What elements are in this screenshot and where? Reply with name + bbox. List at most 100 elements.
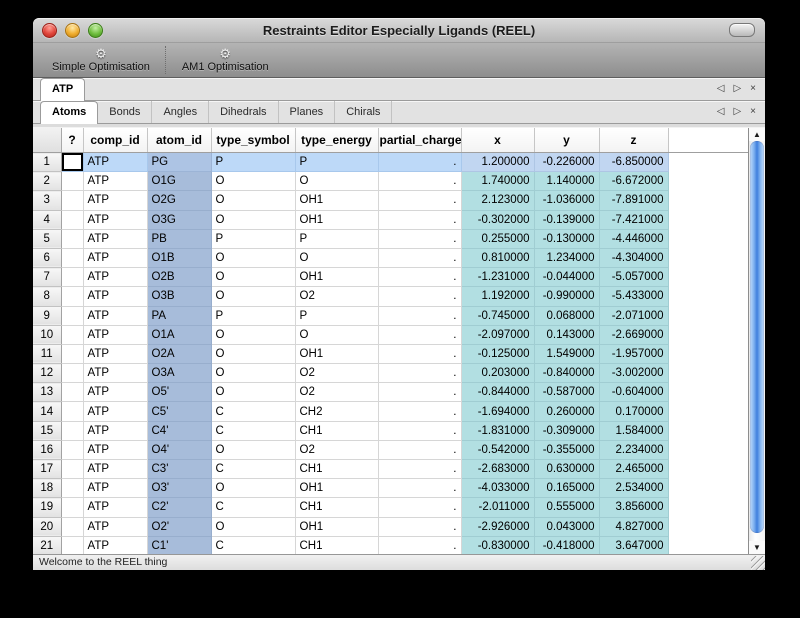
cell-comp_id[interactable]: ATP [83, 479, 147, 498]
cell-q[interactable] [61, 248, 83, 267]
cell-z[interactable]: -4.304000 [599, 248, 668, 267]
cell-z[interactable]: -5.057000 [599, 268, 668, 287]
vertical-scrollbar[interactable]: ▲ ▼ [748, 128, 765, 554]
cell-y[interactable]: -0.139000 [534, 210, 599, 229]
cell-atom_id[interactable]: O1A [147, 325, 211, 344]
cell-partial_charge[interactable]: . [378, 229, 461, 248]
cell-comp_id[interactable]: ATP [83, 153, 147, 172]
cell-comp_id[interactable]: ATP [83, 344, 147, 363]
cell-x[interactable]: -0.125000 [461, 344, 534, 363]
cell-type_energy[interactable]: O2 [295, 383, 378, 402]
column-header-y[interactable]: y [534, 128, 599, 153]
cell-y[interactable]: -0.840000 [534, 364, 599, 383]
cell-q[interactable] [61, 460, 83, 479]
cell-partial_charge[interactable]: . [378, 306, 461, 325]
cell-type_symbol[interactable]: O [211, 383, 295, 402]
cell-y[interactable]: 0.043000 [534, 517, 599, 536]
cell-partial_charge[interactable]: . [378, 364, 461, 383]
cell-y[interactable]: 0.630000 [534, 460, 599, 479]
cell-q[interactable] [61, 153, 83, 172]
cell-type_energy[interactable]: CH2 [295, 402, 378, 421]
cell-z[interactable]: -2.669000 [599, 325, 668, 344]
cell-z[interactable]: -5.433000 [599, 287, 668, 306]
resize-grip[interactable] [751, 556, 765, 570]
cell-partial_charge[interactable]: . [378, 248, 461, 267]
cell-comp_id[interactable]: ATP [83, 402, 147, 421]
cell-type_symbol[interactable]: C [211, 421, 295, 440]
cell-q[interactable] [61, 421, 83, 440]
cell-z[interactable]: 2.465000 [599, 460, 668, 479]
cell-q[interactable] [61, 191, 83, 210]
cell-atom_id[interactable]: O1G [147, 172, 211, 191]
cell-comp_id[interactable]: ATP [83, 172, 147, 191]
cell-type_energy[interactable]: OH1 [295, 268, 378, 287]
cell-comp_id[interactable]: ATP [83, 421, 147, 440]
cell-x[interactable]: -2.097000 [461, 325, 534, 344]
scrollbar-track[interactable] [749, 141, 765, 541]
cell-x[interactable]: 1.740000 [461, 172, 534, 191]
cell-atom_id[interactable]: C3' [147, 460, 211, 479]
cell-q[interactable] [61, 229, 83, 248]
cell-y[interactable]: 0.260000 [534, 402, 599, 421]
cell-type_energy[interactable]: CH1 [295, 421, 378, 440]
cell-type_energy[interactable]: O2 [295, 287, 378, 306]
cell-q[interactable] [61, 402, 83, 421]
cell-atom_id[interactable]: O2A [147, 344, 211, 363]
toolbar-toggle-button[interactable] [729, 23, 755, 37]
cell-z[interactable]: -6.850000 [599, 153, 668, 172]
cell-type_symbol[interactable]: O [211, 344, 295, 363]
cell-partial_charge[interactable]: . [378, 191, 461, 210]
cell-partial_charge[interactable]: . [378, 402, 461, 421]
cell-z[interactable]: -1.957000 [599, 344, 668, 363]
cell-z[interactable]: -0.604000 [599, 383, 668, 402]
cell-atom_id[interactable]: PA [147, 306, 211, 325]
cell-z[interactable]: -7.891000 [599, 191, 668, 210]
column-header-type_energy[interactable]: type_energy [295, 128, 378, 153]
cell-z[interactable]: 1.584000 [599, 421, 668, 440]
cell-x[interactable]: -4.033000 [461, 479, 534, 498]
column-header-q[interactable]: ? [61, 128, 83, 153]
cell-z[interactable]: 2.234000 [599, 440, 668, 459]
cell-type_symbol[interactable]: O [211, 268, 295, 287]
cell-partial_charge[interactable]: . [378, 383, 461, 402]
cell-atom_id[interactable]: O3G [147, 210, 211, 229]
cell-partial_charge[interactable]: . [378, 479, 461, 498]
cell-q[interactable] [61, 210, 83, 229]
close-tab-icon[interactable]: × [750, 107, 756, 117]
cell-atom_id[interactable]: O3B [147, 287, 211, 306]
cell-x[interactable]: -0.542000 [461, 440, 534, 459]
close-button[interactable] [42, 23, 57, 38]
titlebar[interactable]: Restraints Editor Especially Ligands (RE… [33, 18, 765, 43]
next-tab-icon[interactable]: ▷ [733, 107, 741, 117]
cell-comp_id[interactable]: ATP [83, 383, 147, 402]
cell-type_symbol[interactable]: O [211, 287, 295, 306]
cell-type_energy[interactable]: CH1 [295, 536, 378, 554]
cell-q[interactable] [61, 172, 83, 191]
row-number[interactable]: 9 [33, 306, 61, 325]
cell-y[interactable]: 0.165000 [534, 479, 599, 498]
cell-partial_charge[interactable]: . [378, 172, 461, 191]
cell-partial_charge[interactable]: . [378, 517, 461, 536]
column-header-type_symbol[interactable]: type_symbol [211, 128, 295, 153]
cell-y[interactable]: -0.044000 [534, 268, 599, 287]
cell-y[interactable]: 0.068000 [534, 306, 599, 325]
cell-type_energy[interactable]: O2 [295, 364, 378, 383]
cell-comp_id[interactable]: ATP [83, 306, 147, 325]
simple-optimisation-button[interactable]: ⚙ Simple Optimisation [39, 46, 163, 75]
cell-q[interactable] [61, 306, 83, 325]
cell-atom_id[interactable]: O4' [147, 440, 211, 459]
cell-x[interactable]: -0.745000 [461, 306, 534, 325]
cell-y[interactable]: -0.309000 [534, 421, 599, 440]
cell-type_symbol[interactable]: C [211, 402, 295, 421]
cell-type_symbol[interactable]: C [211, 536, 295, 554]
cell-type_symbol[interactable]: C [211, 460, 295, 479]
tab-atoms[interactable]: Atoms [40, 101, 98, 124]
cell-atom_id[interactable]: PB [147, 229, 211, 248]
scrollbar-thumb[interactable] [750, 141, 764, 533]
cell-type_energy[interactable]: CH1 [295, 460, 378, 479]
cell-x[interactable]: 1.200000 [461, 153, 534, 172]
cell-comp_id[interactable]: ATP [83, 517, 147, 536]
tab-dihedrals[interactable]: Dihedrals [209, 101, 278, 123]
cell-comp_id[interactable]: ATP [83, 248, 147, 267]
cell-z[interactable]: 3.856000 [599, 498, 668, 517]
